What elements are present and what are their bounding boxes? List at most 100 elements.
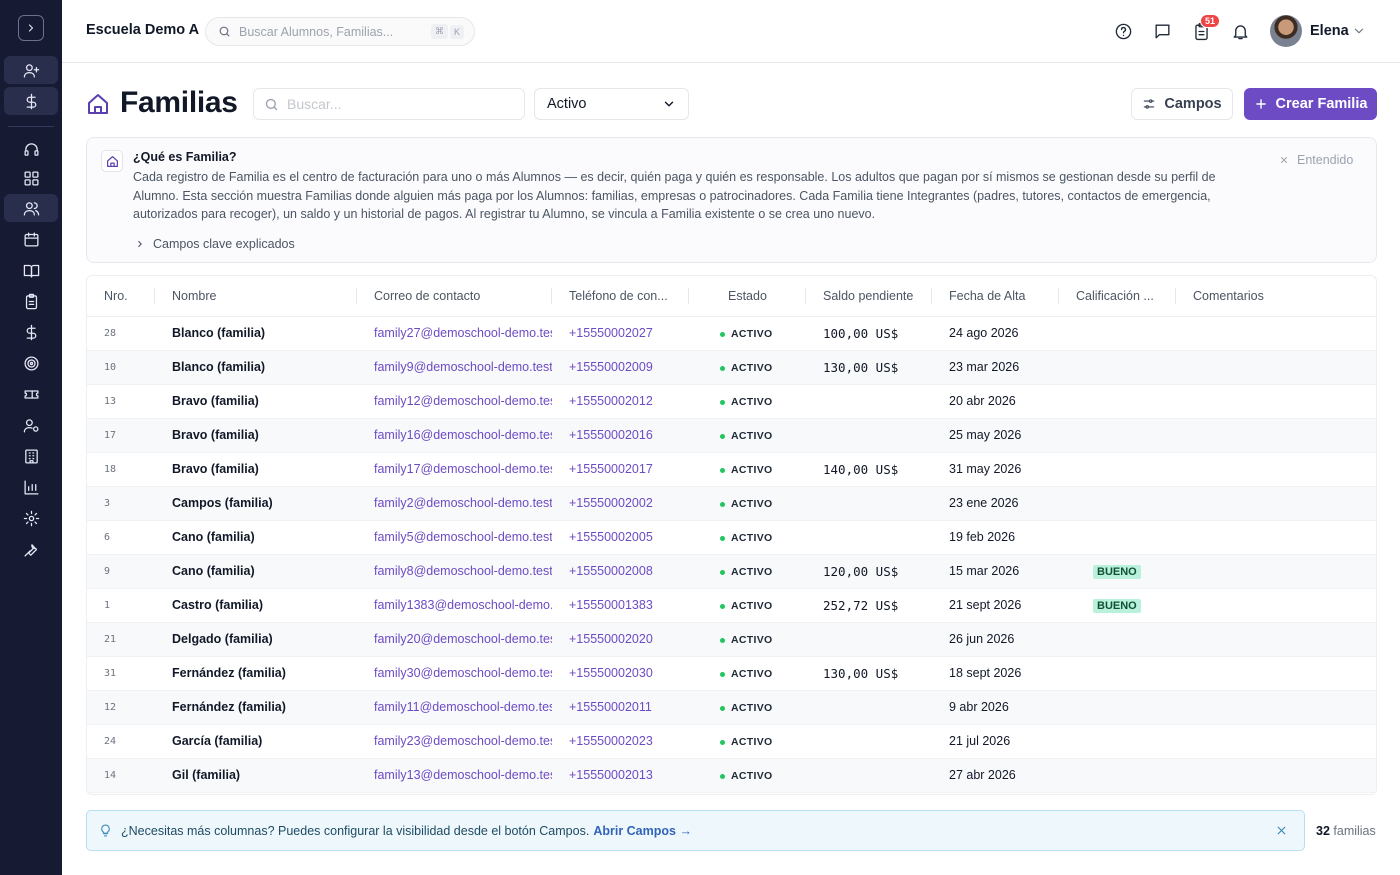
sidebar-item-add-student[interactable]	[4, 56, 58, 84]
family-email-link[interactable]: family2@demoschool-demo.test	[357, 486, 552, 521]
family-phone-link[interactable]: +15550002027	[552, 316, 689, 351]
family-search[interactable]	[253, 88, 525, 120]
family-name[interactable]: Bravo (familia)	[155, 384, 357, 419]
table-row[interactable]: 21 Delgado (familia) family20@demoschool-d…	[87, 622, 1376, 657]
sidebar-item-calendar[interactable]	[4, 225, 58, 253]
family-email-link[interactable]: family17@demoschool-demo.test	[357, 452, 552, 487]
family-name[interactable]: Gil (familia)	[155, 758, 357, 793]
sidebar-item-dashboard[interactable]	[4, 164, 58, 192]
family-email-link[interactable]: family23@demoschool-demo.test	[357, 724, 552, 759]
family-phone-link[interactable]: +15550002008	[552, 554, 689, 589]
school-name[interactable]: Escuela Demo A	[86, 22, 199, 38]
messages-button[interactable]	[1151, 20, 1173, 42]
status-filter-select[interactable]: Activo	[534, 88, 689, 120]
sidebar-item-payments[interactable]	[4, 87, 58, 115]
table-row[interactable]: 31 Fernández (familia) family30@demoschool…	[87, 656, 1376, 691]
close-icon[interactable]	[1275, 824, 1288, 837]
family-email-link[interactable]: family30@demoschool-demo.test	[357, 656, 552, 691]
global-search[interactable]: ⌘ K	[205, 17, 475, 46]
family-name[interactable]: Bravo (familia)	[155, 452, 357, 487]
column-header[interactable]: Calificación ...	[1059, 276, 1176, 317]
sidebar-item-tools[interactable]	[4, 535, 58, 563]
family-phone-link[interactable]: +15550002012	[552, 384, 689, 419]
family-name[interactable]: Blanco (familia)	[155, 316, 357, 351]
family-email-link[interactable]: family13@demoschool-demo.test	[357, 758, 552, 793]
table-row[interactable]: 17 Bravo (familia) family16@demoschool-dem…	[87, 418, 1376, 453]
table-row[interactable]: 14 Gil (familia) family13@demoschool-demo.…	[87, 758, 1376, 793]
family-phone-link[interactable]: +15550002016	[552, 418, 689, 453]
family-phone-link[interactable]: +15550002020	[552, 622, 689, 657]
column-header[interactable]: Fecha de Alta	[932, 276, 1059, 317]
user-name[interactable]: Elena	[1310, 23, 1349, 39]
family-phone-link[interactable]: +15550002011	[552, 690, 689, 725]
table-row[interactable]: 3 Campos (familia) family2@demoschool-demo…	[87, 486, 1376, 521]
family-phone-link[interactable]: +15550002030	[552, 656, 689, 691]
family-name[interactable]: Campos (familia)	[155, 486, 357, 521]
family-phone-link[interactable]: +15550002005	[552, 520, 689, 555]
family-search-input[interactable]	[287, 96, 507, 112]
table-row[interactable]: 12 Fernández (familia) family11@demoschool…	[87, 690, 1376, 725]
column-header[interactable]: Saldo pendiente	[806, 276, 932, 317]
family-email-link[interactable]: family1383@demoschool-demo.test	[357, 588, 552, 623]
table-row[interactable]: 28 Blanco (familia) family27@demoschool-de…	[87, 316, 1376, 351]
sidebar-item-billing[interactable]	[4, 318, 58, 346]
avatar[interactable]	[1270, 15, 1302, 47]
family-name[interactable]: Bravo (familia)	[155, 418, 357, 453]
family-email-link[interactable]: family8@demoschool-demo.test	[357, 554, 552, 589]
sidebar-item-reports[interactable]	[4, 473, 58, 501]
family-email-link[interactable]: family9@demoschool-demo.test	[357, 350, 552, 385]
column-header[interactable]: Comentarios	[1176, 276, 1376, 317]
family-name[interactable]: Fernández (familia)	[155, 690, 357, 725]
table-row[interactable]: 9 Cano (familia) family8@demoschool-demo.t…	[87, 554, 1376, 589]
column-header[interactable]: Teléfono de con...	[552, 276, 689, 317]
family-email-link[interactable]: family16@demoschool-demo.test	[357, 418, 552, 453]
notifications-button[interactable]	[1229, 20, 1251, 42]
sidebar-item-locations[interactable]	[4, 442, 58, 470]
tasks-button[interactable]: 51	[1190, 14, 1220, 42]
fields-button[interactable]: Campos	[1131, 88, 1233, 120]
table-row[interactable]: 10 Blanco (familia) family9@demoschool-dem…	[87, 350, 1376, 385]
family-phone-link[interactable]: +15550001383	[552, 588, 689, 623]
help-button[interactable]	[1112, 20, 1134, 42]
open-fields-link[interactable]: Abrir Campos →	[593, 824, 692, 838]
family-name[interactable]: Castro (familia)	[155, 588, 357, 623]
family-phone-link[interactable]: +15550002009	[552, 350, 689, 385]
key-fields-toggle[interactable]: Campos clave explicados	[135, 237, 295, 251]
family-phone-link[interactable]: +15550002017	[552, 452, 689, 487]
table-row[interactable]: 13 Bravo (familia) family12@demoschool-dem…	[87, 384, 1376, 419]
sidebar-item-settings[interactable]	[4, 504, 58, 532]
family-phone-link[interactable]: +15550002013	[552, 758, 689, 793]
family-name[interactable]: Cano (familia)	[155, 520, 357, 555]
family-email-link[interactable]: family11@demoschool-demo.test	[357, 690, 552, 725]
family-email-link[interactable]: family5@demoschool-demo.test	[357, 520, 552, 555]
family-name[interactable]: García (familia)	[155, 724, 357, 759]
family-phone-link[interactable]: +15550002023	[552, 724, 689, 759]
sidebar-item-staff[interactable]	[4, 411, 58, 439]
family-name[interactable]: Cano (familia)	[155, 554, 357, 589]
sidebar-item-support[interactable]	[4, 135, 58, 163]
sidebar-expand-button[interactable]	[18, 15, 44, 41]
sidebar-item-tickets[interactable]	[4, 380, 58, 408]
create-family-button[interactable]: Crear Familia	[1244, 88, 1377, 120]
table-row[interactable]: 6 Cano (familia) family5@demoschool-demo.t…	[87, 520, 1376, 555]
column-header[interactable]: Estado	[689, 276, 806, 317]
chevron-down-icon[interactable]	[1352, 24, 1366, 38]
sidebar-item-families[interactable]	[4, 194, 58, 222]
family-name[interactable]: Fernández (familia)	[155, 656, 357, 691]
global-search-input[interactable]	[239, 24, 429, 39]
sidebar-item-attendance[interactable]	[4, 287, 58, 315]
table-row[interactable]: 24 García (familia) family23@demoschool-de…	[87, 724, 1376, 759]
column-header[interactable]: Nro.	[87, 276, 155, 317]
family-email-link[interactable]: family27@demoschool-demo.test	[357, 316, 552, 351]
family-name[interactable]: Blanco (familia)	[155, 350, 357, 385]
family-email-link[interactable]: family20@demoschool-demo.test	[357, 622, 552, 657]
family-phone-link[interactable]: +15550002002	[552, 486, 689, 521]
family-name[interactable]: Delgado (familia)	[155, 622, 357, 657]
table-row[interactable]: 18 Bravo (familia) family17@demoschool-dem…	[87, 452, 1376, 487]
family-email-link[interactable]: family12@demoschool-demo.test	[357, 384, 552, 419]
sidebar-item-goals[interactable]	[4, 349, 58, 377]
table-row[interactable]: 1 Castro (familia) family1383@demoschool-d…	[87, 588, 1376, 623]
sidebar-item-courses[interactable]	[4, 256, 58, 284]
dismiss-info-button[interactable]: Entendido	[1279, 153, 1353, 167]
column-header[interactable]: Correo de contacto	[357, 276, 552, 317]
